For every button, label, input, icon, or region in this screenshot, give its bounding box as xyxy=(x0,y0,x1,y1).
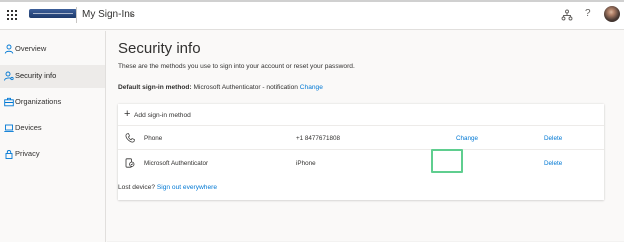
laptop-icon xyxy=(4,124,14,132)
avatar[interactable] xyxy=(604,6,620,22)
method-detail: +1 8477671808 xyxy=(296,135,340,142)
method-name: Phone xyxy=(144,135,163,142)
delete-authenticator-link[interactable]: Delete xyxy=(544,160,562,167)
change-phone-link[interactable]: Change xyxy=(456,135,478,142)
app-title[interactable]: My Sign-Ins xyxy=(82,9,135,20)
sidebar-item-devices[interactable]: Devices xyxy=(0,117,105,140)
change-default-method-link[interactable]: Change xyxy=(300,84,323,91)
sidebar-item-label: Overview xyxy=(15,44,47,53)
sidebar-item-label: Devices xyxy=(15,123,42,132)
delete-highlight-box xyxy=(431,149,463,173)
default-sign-in-method: Default sign-in method: Microsoft Authen… xyxy=(118,84,323,91)
main-content: Security info These are the methods you … xyxy=(107,31,624,242)
method-detail: iPhone xyxy=(296,160,316,167)
sign-out-everywhere-link[interactable]: Sign out everywhere xyxy=(157,184,217,191)
plus-icon: + xyxy=(124,108,131,120)
authenticator-icon xyxy=(125,158,135,168)
method-name: Microsoft Authenticator xyxy=(144,160,209,167)
sidebar-item-label: Security info xyxy=(15,71,57,80)
sidebar-item-security-info[interactable]: Security info xyxy=(0,65,105,88)
lost-device-line: Lost device? Sign out everywhere xyxy=(118,184,217,191)
add-sign-in-method-label: Add sign-in method xyxy=(134,112,191,119)
waffle-icon[interactable] xyxy=(7,10,17,20)
org-icon[interactable] xyxy=(561,9,573,21)
briefcase-icon xyxy=(4,97,14,107)
page-description: These are the methods you use to sign in… xyxy=(118,63,355,70)
security-info-icon xyxy=(4,71,14,81)
default-method-value: Microsoft Authenticator - notification xyxy=(193,84,298,91)
lost-device-text: Lost device? xyxy=(118,184,156,191)
sidebar-item-label: Organizations xyxy=(15,97,62,106)
person-icon xyxy=(4,44,14,54)
help-icon[interactable]: ? xyxy=(585,8,591,19)
sidebar-item-overview[interactable]: Overview xyxy=(0,38,105,61)
phone-icon xyxy=(125,133,135,143)
default-method-label: Default sign-in method: xyxy=(118,84,192,91)
top-bar: My Sign-Ins ⌄ ? xyxy=(0,0,624,30)
method-row-authenticator: Microsoft Authenticator iPhone Delete xyxy=(118,151,604,175)
sidebar-item-privacy[interactable]: Privacy xyxy=(0,143,105,166)
header-divider xyxy=(76,7,77,23)
page-title: Security info xyxy=(118,40,201,57)
company-logo[interactable] xyxy=(29,9,77,18)
method-row-phone: Phone +1 8477671808 Change Delete xyxy=(118,126,604,150)
add-sign-in-method-button[interactable]: + Add sign-in method xyxy=(118,104,604,126)
sidebar-item-organizations[interactable]: Organizations xyxy=(0,91,105,114)
sidebar: Overview Security info Organizations Dev… xyxy=(0,31,106,242)
lock-icon xyxy=(5,150,13,159)
chevron-down-icon[interactable]: ⌄ xyxy=(128,9,135,18)
delete-phone-link[interactable]: Delete xyxy=(544,135,562,142)
sidebar-item-label: Privacy xyxy=(15,149,40,158)
